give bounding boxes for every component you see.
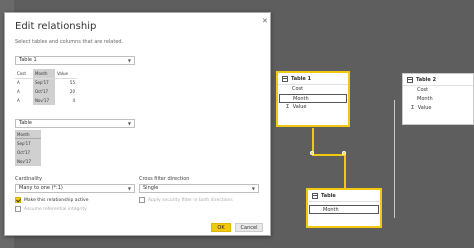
cancel-button[interactable]: Cancel — [235, 223, 263, 232]
field-row[interactable]: Cost — [278, 85, 348, 94]
field-row[interactable]: Σ Value — [403, 104, 473, 113]
table-row: A Sep'17 55 — [15, 78, 77, 87]
relationship-endpoint — [342, 151, 346, 155]
checkbox-icon[interactable] — [139, 197, 145, 203]
table-name: Table 2 — [416, 76, 437, 83]
security-filter-checkbox[interactable]: Apply security filter in both directions — [139, 197, 233, 203]
cardinality-label: Cardinality — [15, 176, 43, 182]
field-row[interactable]: Cost — [403, 86, 473, 95]
crossfilter-label: Cross filter direction — [139, 176, 190, 182]
dialog-subtitle: Select tables and columns that are relat… — [15, 39, 124, 45]
column-header[interactable]: Value — [55, 69, 77, 79]
table1-preview-grid: Cost Month Value A Sep'17 55 A Oct'17 20… — [15, 69, 77, 105]
ok-button[interactable]: OK — [211, 223, 231, 232]
referential-integrity-checkbox[interactable]: Assume referential integrity — [15, 206, 87, 212]
cardinality-select[interactable]: Many to one (*:1) ▼ — [15, 184, 135, 193]
chevron-down-icon: ▼ — [127, 121, 131, 126]
checkbox-icon[interactable] — [15, 206, 21, 212]
column-header-selected[interactable]: Month — [15, 130, 41, 139]
chevron-down-icon: ▼ — [251, 186, 255, 191]
checkbox-checked-icon[interactable] — [15, 197, 21, 203]
field-row-highlighted[interactable]: Month — [309, 205, 379, 214]
relationship-endpoint — [310, 151, 314, 155]
table-row: Oct'17 — [17, 150, 31, 155]
column-header[interactable]: Cost — [15, 69, 33, 79]
field-row[interactable]: Σ Value — [278, 103, 348, 112]
table-row: A Oct'17 20 — [17, 87, 75, 96]
table-card-table[interactable]: Table Month — [306, 188, 382, 228]
edit-relationship-dialog: Edit relationship ✕ Select tables and co… — [4, 12, 271, 236]
relationship-line[interactable] — [344, 154, 346, 188]
field-row[interactable]: Month — [403, 95, 473, 104]
chevron-down-icon: ▼ — [127, 58, 131, 63]
table2-preview-grid: Month Sep'17 Oct'17 Nov'17 — [15, 130, 41, 166]
make-active-checkbox[interactable]: Make this relationship active — [15, 197, 89, 203]
table-header: Table 2 — [403, 74, 473, 86]
table-card-table1[interactable]: Table 1 Cost Month Σ Value — [276, 71, 350, 127]
sigma-icon: Σ — [411, 105, 415, 111]
table-row: Nov'17 — [17, 159, 31, 164]
table-header: Table — [308, 190, 380, 202]
crossfilter-select[interactable]: Single ▼ — [139, 184, 259, 193]
table-row: A Nov'17 4 — [17, 96, 75, 105]
table-card-table2[interactable]: Table 2 Cost Month Σ Value — [402, 73, 474, 125]
table-row: Sep'17 — [17, 141, 31, 146]
table2-select[interactable]: Table ▼ — [15, 119, 135, 128]
relationship-line-inactive[interactable] — [394, 100, 395, 218]
table-icon — [282, 75, 288, 82]
close-icon[interactable]: ✕ — [262, 17, 268, 25]
table-name: Table 1 — [291, 75, 312, 82]
field-row-highlighted[interactable]: Month — [279, 94, 347, 103]
table-icon — [312, 192, 318, 199]
table-header: Table 1 — [278, 73, 348, 85]
chevron-down-icon: ▼ — [127, 186, 131, 191]
table-name: Table — [321, 192, 336, 199]
table1-select[interactable]: Table 1 ▼ — [15, 56, 135, 65]
column-header-selected[interactable]: Month — [33, 69, 55, 79]
sigma-icon: Σ — [286, 104, 290, 110]
relationship-line[interactable] — [312, 154, 346, 156]
table-icon — [407, 76, 413, 83]
dialog-title: Edit relationship — [15, 21, 97, 32]
